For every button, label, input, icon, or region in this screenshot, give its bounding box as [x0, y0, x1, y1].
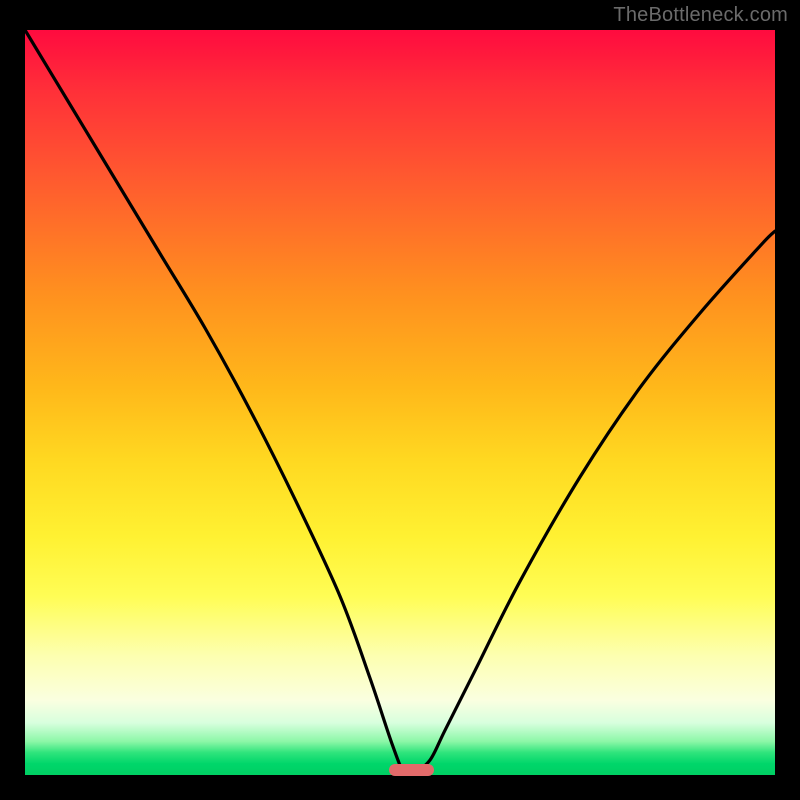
optimal-range-marker: [389, 764, 434, 776]
chart-frame: TheBottleneck.com: [0, 0, 800, 800]
watermark-text: TheBottleneck.com: [613, 4, 788, 27]
bottleneck-curve: [25, 30, 775, 775]
plot-area: [25, 30, 775, 775]
